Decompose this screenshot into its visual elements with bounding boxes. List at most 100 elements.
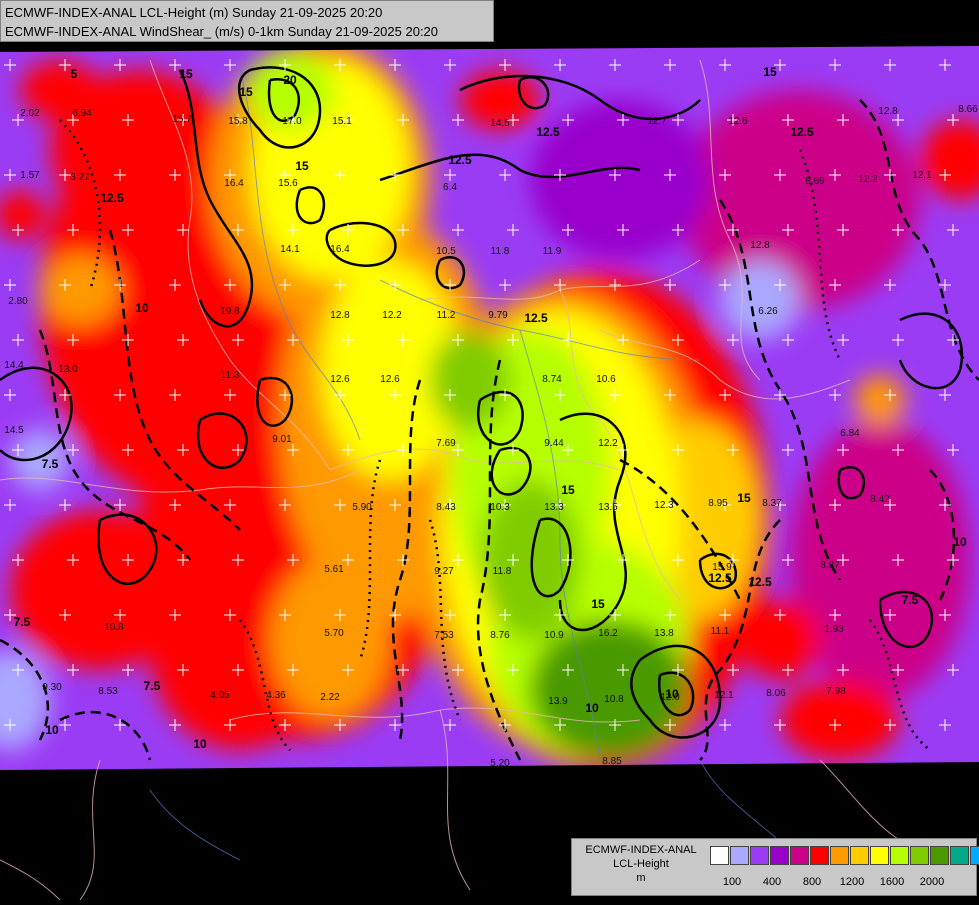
contour-label: 15 [239,85,253,99]
point-value-label: 5.70 [324,628,344,639]
point-value-label: 15.7 [172,114,192,125]
legend-swatch [790,846,809,865]
legend-swatch [750,846,769,865]
legend-tick-label: 400 [762,876,782,888]
point-value-label: 7.98 [826,686,846,697]
legend-swatch [950,846,969,865]
legend-ticks: 100 400 800 1200 1600 2000 [710,876,970,890]
point-value-label: 11.1 [711,626,730,637]
contour-label: 7.5 [14,615,31,629]
contour-label: 10 [45,723,59,737]
legend-source: ECMWF-INDEX-ANAL [585,844,697,856]
legend-swatch [890,846,909,865]
point-value-label: 13.8 [654,628,674,639]
point-value-label: 6.4 [443,182,457,193]
point-value-label: 8.43 [436,502,456,513]
point-value-label: 15.6 [278,178,298,189]
contour-label: 12.5 [524,311,548,325]
point-value-label: 14.5 [490,118,510,129]
point-value-label: 5.90 [352,502,372,513]
point-value-label: 16.4 [224,178,244,189]
contour-label: 7.5 [902,593,919,607]
point-value-label: 12.1 [714,690,734,701]
legend-swatch [710,846,729,865]
point-value-label: 2.02 [20,108,40,119]
map-title-box: ECMWF-INDEX-ANAL LCL-Height (m) Sunday 2… [0,0,494,42]
point-value-label: 17.0 [282,116,302,127]
contour-label: 15 [179,67,193,81]
point-value-label: 12.2 [858,174,878,185]
point-value-label: 11.9 [543,246,562,257]
contour-label: 10 [585,701,599,715]
contour-label: 5 [71,67,78,81]
point-value-label: 14.1 [280,244,300,255]
title-line-1: ECMWF-INDEX-ANAL LCL-Height (m) Sunday 2… [5,5,383,20]
point-value-label: 12.8 [330,310,350,321]
point-value-label: 4.05 [210,690,230,701]
legend-swatch [870,846,889,865]
point-value-label: 10.9 [544,630,564,641]
point-value-label: 6.84 [840,428,860,439]
point-value-label: 13.3 [544,502,564,513]
point-value-label: 1.93 [824,624,844,635]
point-value-label: 13.0 [58,364,78,375]
contour-label: 7.5 [144,679,161,693]
point-value-label: 9.30 [42,682,62,693]
point-value-label: 11.8 [493,566,512,577]
legend-tick-label: 2000 [919,876,945,888]
point-value-label: 5.61 [324,564,344,575]
point-value-label: 19.8 [220,306,240,317]
point-value-label: 16.2 [598,628,618,639]
title-line-2: ECMWF-INDEX-ANAL WindShear_ (m/s) 0-1km … [5,24,439,39]
point-value-label: 1.57 [20,170,40,181]
legend-swatches [710,846,979,865]
point-value-label: 10.3 [490,502,510,513]
point-value-label: 10.8 [104,622,124,633]
point-value-label: 8.42 [870,494,890,505]
point-value-label: 14.4 [4,360,24,371]
contour-label: 15 [591,597,605,611]
legend-tick-label: 800 [802,876,822,888]
legend-tick-label: 100 [722,876,742,888]
legend-swatch [930,846,949,865]
contour-label: 15 [737,491,751,505]
point-value-label: 8.95 [708,498,728,509]
point-value-label: 12.8 [750,240,770,251]
legend-parameter: LCL-Height [613,858,669,870]
point-value-label: 8.37 [762,498,782,509]
contour-label: 12.5 [100,191,124,205]
point-value-label: 5.20 [490,758,510,769]
point-value-label: 12.3 [654,500,674,511]
contour-label: 7.5 [42,457,59,471]
point-value-label: 8.66 [958,104,978,115]
contour-label: 12.5 [708,571,732,585]
point-value-label: 12.8 [878,106,898,117]
legend-box: ECMWF-INDEX-ANAL LCL-Height m 100 400 800 1… [571,838,979,896]
contour-label: 20 [283,73,297,87]
point-value-label: 13.9 [548,696,568,707]
legend-swatch [770,846,789,865]
point-value-label: 9.01 [272,434,292,445]
point-value-label: 10.5 [436,246,456,257]
point-value-label: 4.36 [266,690,286,701]
legend-swatch [810,846,829,865]
point-value-label: 8.69 [805,176,825,187]
point-value-label: 2.80 [8,296,28,307]
legend-unit: m [636,872,646,884]
contour-label: 15 [295,159,309,173]
point-value-label: 12.6 [330,374,350,385]
point-value-label: 15.1 [332,116,352,127]
point-value-label: 9.27 [434,566,454,577]
contour-label: 12.5 [748,575,772,589]
contour-label: 12.5 [448,153,472,167]
legend-swatch [970,846,979,865]
point-value-label: 6.26 [758,306,778,317]
point-value-label: 16.4 [330,244,350,255]
point-value-label: 8.76 [490,630,510,641]
contour-label: 10 [953,535,967,549]
contour-label: 10 [135,301,149,315]
contour-label: 10 [665,687,679,701]
point-value-label: 12.1 [912,170,932,181]
point-value-label: 12.2 [598,438,618,449]
point-value-label: 11.2 [437,310,456,321]
